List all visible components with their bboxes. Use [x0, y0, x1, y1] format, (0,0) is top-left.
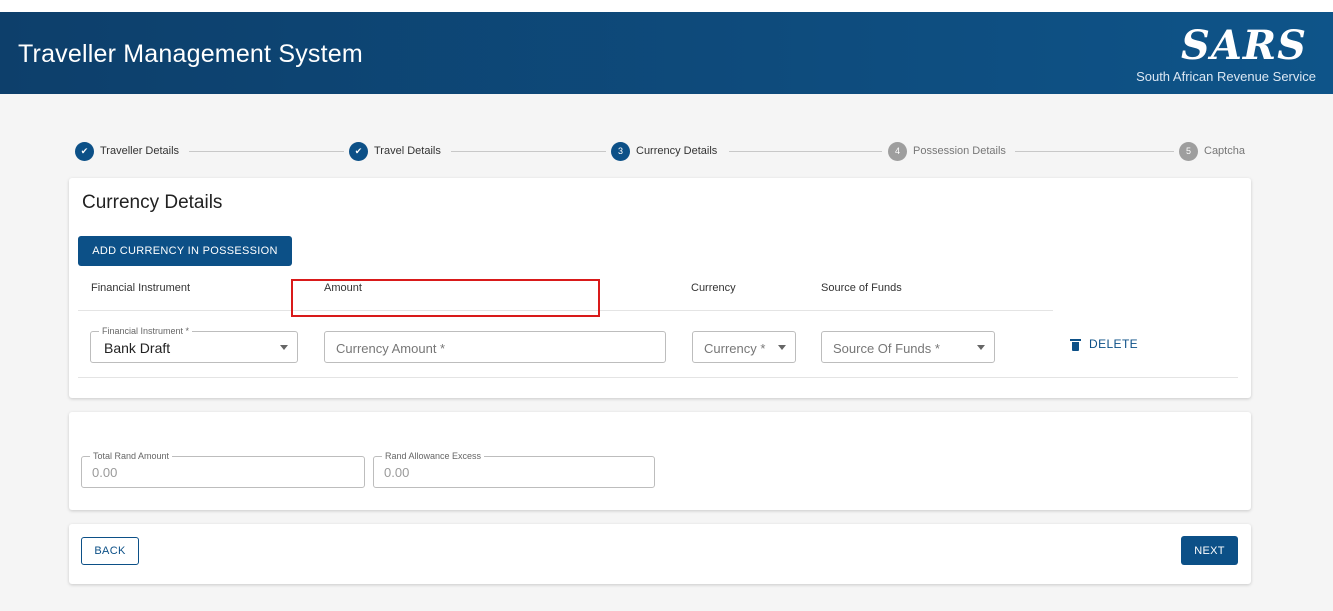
- input-placeholder: Currency Amount *: [336, 341, 446, 356]
- currency-select[interactable]: Currency *: [692, 331, 796, 363]
- rand-allowance-excess-field: Rand Allowance Excess 0.00: [373, 450, 655, 488]
- dropdown-arrow-icon: [280, 345, 288, 350]
- selected-value: Bank Draft: [104, 340, 171, 356]
- step-travel-details[interactable]: ✔ Travel Details: [349, 141, 441, 161]
- field-legend: Rand Allowance Excess: [382, 450, 485, 462]
- step-label: Captcha: [1204, 145, 1245, 157]
- totals-card: Total Rand Amount 0.00 Rand Allowance Ex…: [69, 412, 1251, 510]
- step-currency-details[interactable]: 3 Currency Details: [611, 141, 717, 161]
- step-connector: [189, 151, 344, 152]
- delete-label: DELETE: [1089, 337, 1139, 351]
- dropdown-arrow-icon: [977, 345, 985, 350]
- sars-logo-subtitle: South African Revenue Service: [1136, 69, 1316, 84]
- step-captcha[interactable]: 5 Captcha: [1179, 141, 1245, 161]
- step-label: Possession Details: [913, 145, 1006, 157]
- step-connector: [729, 151, 882, 152]
- total-rand-amount-field: Total Rand Amount 0.00: [81, 450, 365, 488]
- source-of-funds-select[interactable]: Source Of Funds *: [821, 331, 995, 363]
- financial-instrument-select[interactable]: Financial Instrument * Bank Draft: [90, 325, 298, 363]
- column-header-currency: Currency: [691, 282, 736, 294]
- field-legend: Financial Instrument *: [99, 325, 193, 337]
- app-header: Traveller Management System SARS South A…: [0, 12, 1333, 94]
- dropdown-arrow-icon: [778, 345, 786, 350]
- progress-stepper: ✔ Traveller Details ✔ Travel Details 3 C…: [75, 141, 1245, 163]
- step-number: 5: [1179, 141, 1198, 161]
- step-label: Travel Details: [374, 145, 441, 157]
- column-header-financial-instrument: Financial Instrument: [91, 282, 191, 294]
- check-icon: ✔: [349, 141, 368, 161]
- step-number: 4: [888, 141, 907, 161]
- check-icon: ✔: [75, 141, 94, 161]
- column-header-source-of-funds: Source of Funds: [821, 282, 902, 294]
- step-traveller-details[interactable]: ✔ Traveller Details: [75, 141, 179, 161]
- step-connector: [1015, 151, 1174, 152]
- step-number: 3: [611, 141, 630, 161]
- section-title: Currency Details: [82, 192, 223, 213]
- currency-details-card: Currency Details ADD CURRENCY IN POSSESS…: [69, 178, 1251, 398]
- step-connector: [451, 151, 606, 152]
- add-currency-button[interactable]: ADD CURRENCY IN POSSESSION: [78, 236, 292, 266]
- row-divider: [78, 377, 1238, 378]
- field-value: 0.00: [384, 465, 410, 480]
- field-legend: Total Rand Amount: [90, 450, 173, 462]
- trash-icon: [1070, 338, 1081, 351]
- select-placeholder: Currency *: [704, 341, 766, 356]
- delete-button[interactable]: DELETE: [1070, 337, 1139, 351]
- sars-logo: SARS: [1180, 22, 1307, 69]
- step-possession-details[interactable]: 4 Possession Details: [888, 141, 1006, 161]
- navigation-card: BACK NEXT: [69, 524, 1251, 584]
- select-placeholder: Source Of Funds *: [833, 341, 940, 356]
- next-button[interactable]: NEXT: [1181, 536, 1238, 565]
- currency-amount-input[interactable]: Currency Amount *: [324, 331, 666, 363]
- step-label: Traveller Details: [100, 145, 180, 157]
- field-value: 0.00: [92, 465, 118, 480]
- app-title: Traveller Management System: [18, 40, 363, 68]
- step-label: Currency Details: [636, 145, 718, 157]
- back-button[interactable]: BACK: [81, 537, 139, 565]
- annotation-highlight-box: [291, 279, 600, 317]
- top-strip: [0, 0, 1333, 12]
